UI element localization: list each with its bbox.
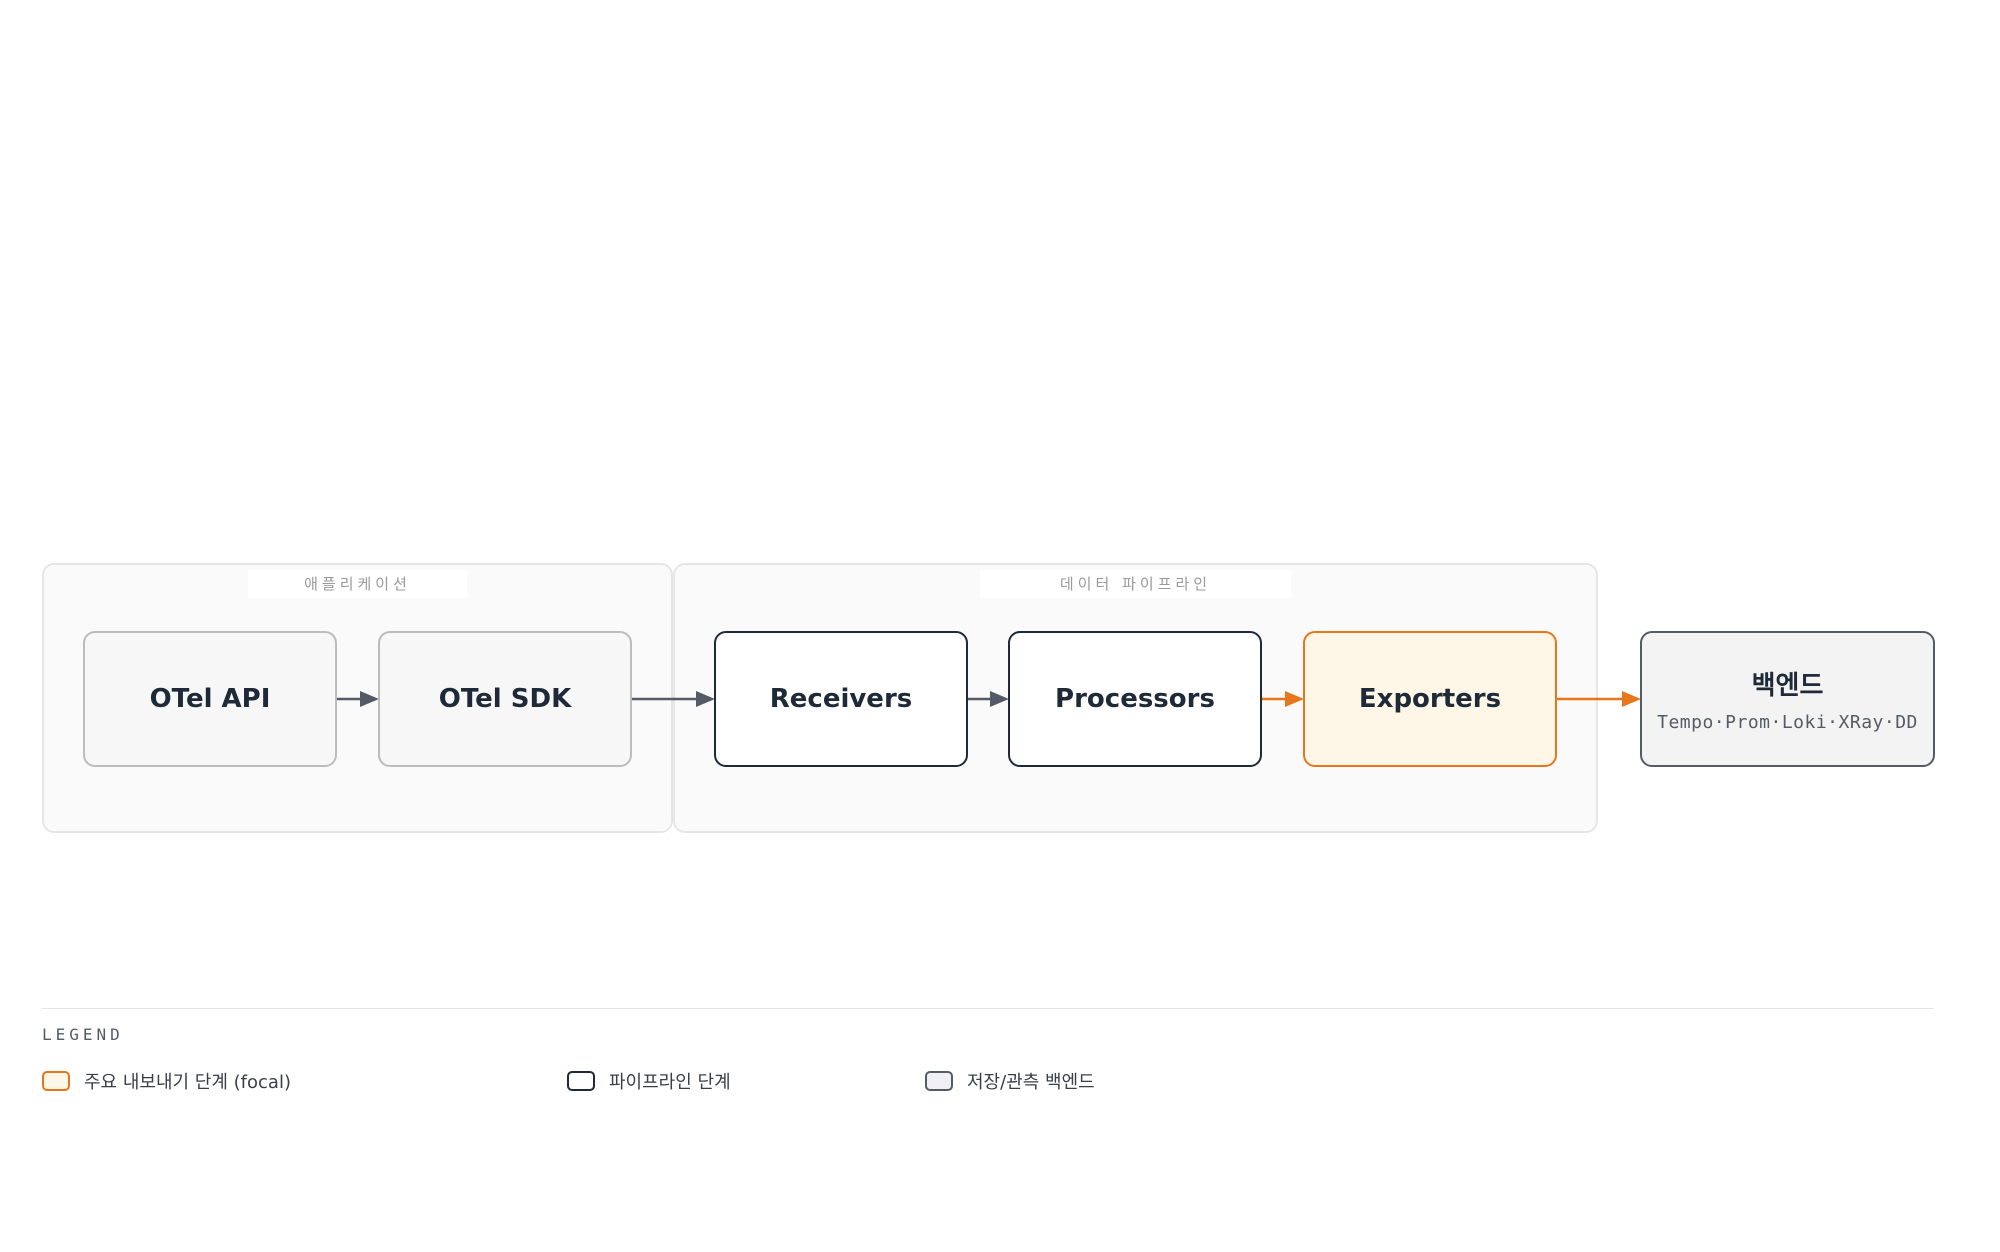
backend-subtitle: Tempo·Prom·Loki·XRay·DD (1657, 712, 1918, 733)
backend-node: 백엔드 Tempo·Prom·Loki·XRay·DD (1640, 631, 1935, 767)
legend-divider (41, 1008, 1934, 1009)
legend-label-focal: 주요 내보내기 단계 (focal) (84, 1072, 291, 1093)
legend-label-backend: 저장/관측 백엔드 (967, 1072, 1095, 1093)
processors-node: Processors (1008, 631, 1262, 767)
exporters-title: Exporters (1358, 684, 1502, 714)
legend-swatch-backend (925, 1071, 953, 1091)
otel-api-node: OTel API (83, 631, 337, 767)
edge-api-to-sdk (337, 691, 379, 707)
receivers-node: Receivers (714, 631, 968, 767)
legend-label-pipeline: 파이프라인 단계 (609, 1072, 731, 1093)
edge-sdk-to-receivers (631, 691, 715, 707)
edge-processors-to-exporters (1262, 691, 1304, 707)
legend-title: LEGEND (42, 1025, 124, 1044)
otel-sdk-node: OTel SDK (378, 631, 632, 767)
edge-receivers-to-processors (968, 691, 1009, 707)
legend-item-focal: 주요 내보내기 단계 (focal) (42, 1068, 291, 1094)
otel-sdk-title: OTel SDK (438, 684, 572, 714)
legend-item-backend: 저장/관측 백엔드 (925, 1068, 1095, 1094)
legend-swatch-pipeline (567, 1071, 595, 1091)
flow-edges (337, 691, 1641, 707)
legend-item-pipeline: 파이프라인 단계 (567, 1068, 731, 1094)
processors-title: Processors (1055, 684, 1215, 714)
otel-api-title: OTel API (149, 684, 271, 714)
legend-swatch-focal (42, 1071, 70, 1091)
edge-exporters-to-backend (1557, 691, 1641, 707)
receivers-title: Receivers (769, 684, 913, 714)
backend-title: 백엔드 (1751, 671, 1824, 701)
exporters-node: Exporters (1303, 631, 1557, 767)
